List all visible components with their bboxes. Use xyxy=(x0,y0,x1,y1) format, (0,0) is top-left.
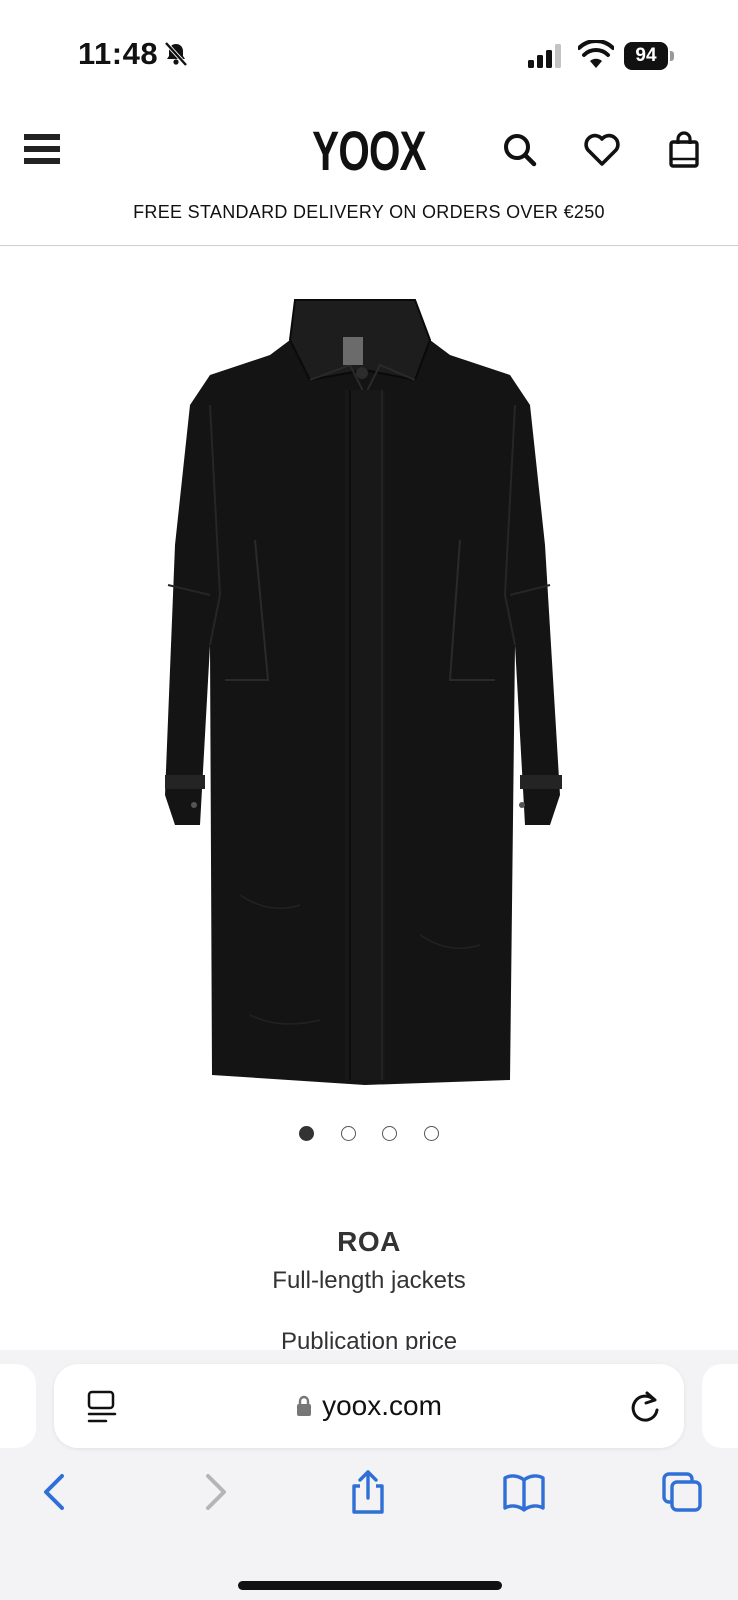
lock-icon xyxy=(297,1395,312,1416)
tabs-icon[interactable] xyxy=(660,1470,704,1514)
address-bar[interactable]: yoox.com xyxy=(54,1364,684,1448)
next-tab-peek[interactable] xyxy=(702,1364,738,1448)
bell-slash-icon xyxy=(164,41,188,67)
url-display[interactable]: yoox.com xyxy=(54,1390,684,1422)
menu-icon[interactable] xyxy=(24,134,60,168)
safari-toolbar: yoox.com xyxy=(0,1350,738,1600)
product-image[interactable] xyxy=(150,295,580,1110)
cellular-signal-icon xyxy=(528,44,561,68)
home-indicator[interactable] xyxy=(238,1581,502,1590)
yoox-logo[interactable]: YOOX xyxy=(103,118,634,183)
battery-tip xyxy=(670,51,674,61)
shopping-bag-icon[interactable] xyxy=(664,130,704,170)
back-icon[interactable] xyxy=(34,1470,78,1514)
site-header: YOOX FREE STANDARD DELIVERY ON ORDERS OV… xyxy=(0,100,738,246)
status-bar: 11:48 94 xyxy=(0,0,738,100)
previous-tab-peek[interactable] xyxy=(0,1364,36,1448)
forward-icon[interactable] xyxy=(192,1470,236,1514)
product-brand[interactable]: ROA xyxy=(0,1226,738,1258)
image-carousel-dots xyxy=(0,1126,738,1146)
carousel-dot-2[interactable] xyxy=(340,1126,356,1141)
battery-icon: 94 xyxy=(624,42,674,70)
status-time: 11:48 xyxy=(78,36,159,71)
heart-icon[interactable] xyxy=(582,130,622,170)
battery-level: 94 xyxy=(624,42,668,70)
carousel-dot-1[interactable] xyxy=(299,1126,315,1141)
carousel-dot-4[interactable] xyxy=(423,1126,439,1141)
url-text: yoox.com xyxy=(322,1390,442,1421)
carousel-dot-3[interactable] xyxy=(382,1126,398,1141)
product-category: Full-length jackets xyxy=(272,1267,466,1294)
share-icon[interactable] xyxy=(346,1470,390,1514)
delivery-promo-banner[interactable]: FREE STANDARD DELIVERY ON ORDERS OVER €2… xyxy=(0,202,738,223)
wifi-icon xyxy=(578,40,614,68)
bookmarks-icon[interactable] xyxy=(502,1470,546,1514)
reload-icon[interactable] xyxy=(628,1388,662,1424)
search-icon[interactable] xyxy=(500,130,540,170)
